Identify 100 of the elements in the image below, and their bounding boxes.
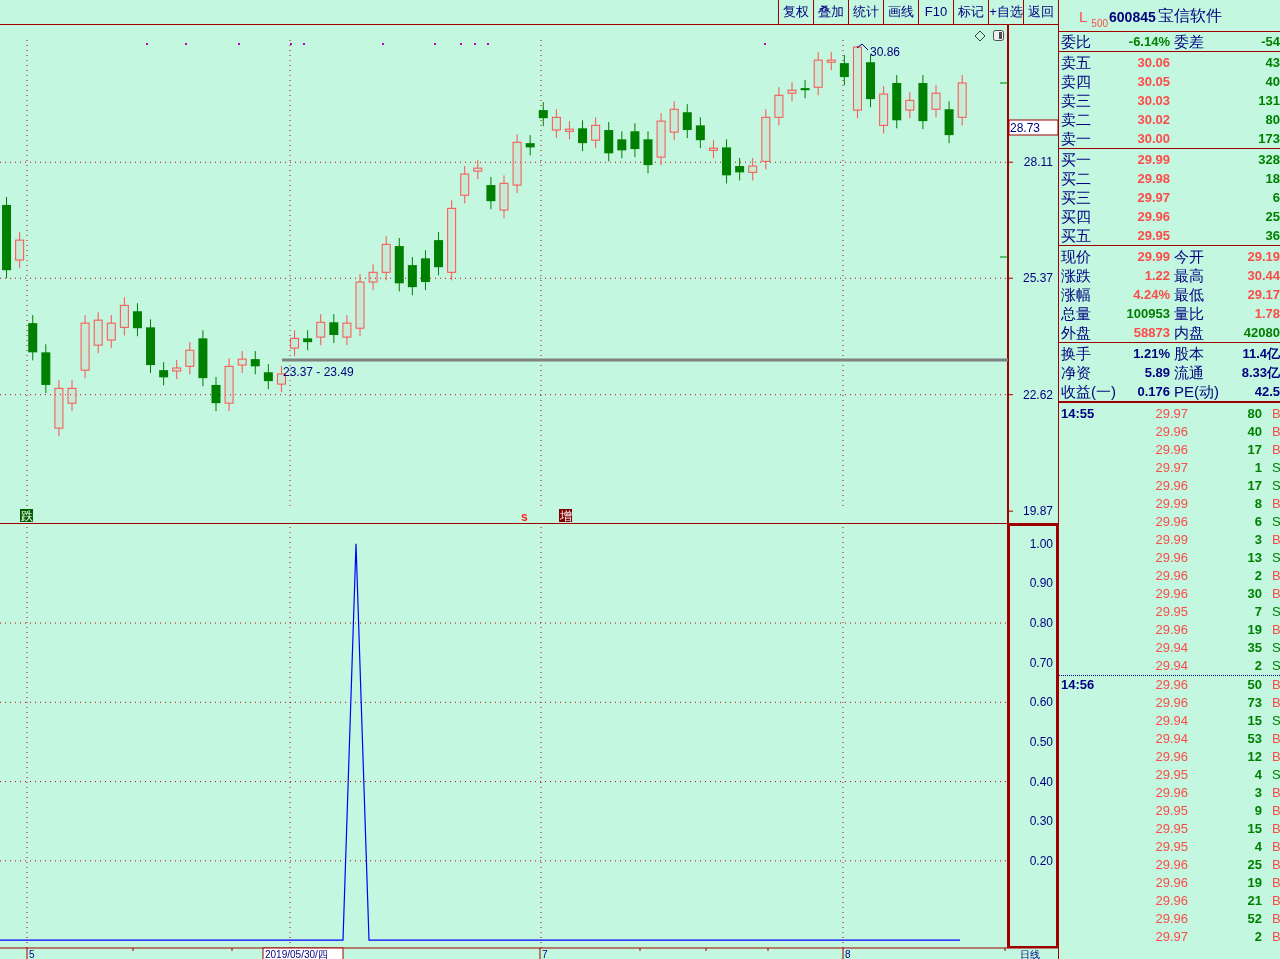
quote-value: 29.19	[1247, 248, 1280, 266]
candlestick	[761, 108, 771, 170]
axis-label: 0.70	[1029, 655, 1053, 670]
candlestick	[407, 256, 417, 296]
trade-price: 29.96	[1155, 477, 1188, 495]
current-price-tag: 28.73	[1008, 119, 1058, 136]
quote-price: 30.00	[1137, 130, 1170, 148]
trade-price: 29.97	[1155, 928, 1188, 946]
trade-side: S	[1272, 549, 1280, 567]
quote-volume: 43	[1265, 54, 1280, 72]
trade-price: 29.96	[1155, 874, 1188, 892]
stock-name: 宝信软件	[1157, 6, 1222, 26]
candlestick	[551, 108, 561, 139]
candlestick	[132, 302, 142, 337]
candlestick	[735, 157, 745, 181]
trade-price: 29.94	[1155, 712, 1188, 730]
trade-price: 29.96	[1155, 621, 1188, 639]
trade-price: 29.96	[1155, 748, 1188, 766]
quote-label: 涨幅	[1061, 285, 1091, 304]
quote-price: 29.98	[1137, 170, 1170, 188]
axis-label: 0.90	[1029, 576, 1053, 591]
range-label: 23.37 - 23.49	[283, 365, 354, 379]
quote-price: 30.06	[1137, 54, 1170, 72]
trade-side: B	[1272, 495, 1280, 513]
trade-price: 29.96	[1155, 676, 1188, 694]
quote-label: 内盘	[1174, 323, 1204, 342]
trade-side: B	[1272, 441, 1280, 459]
candlestick	[617, 130, 627, 159]
trade-price: 29.96	[1155, 423, 1188, 441]
quote-label: 总量	[1061, 304, 1091, 323]
diamond-icon[interactable]	[974, 30, 986, 42]
trade-side: B	[1272, 694, 1280, 712]
trade-volume: 15	[1247, 820, 1262, 838]
candlestick	[263, 363, 273, 390]
quote-label: 换手	[1061, 344, 1091, 363]
toolbar-button[interactable]: 统计	[848, 0, 883, 24]
trade-volume: 19	[1247, 621, 1262, 639]
quote-value: 1.21%	[1133, 345, 1170, 363]
trade-volume: 25	[1247, 856, 1262, 874]
quote-label: 今开	[1174, 247, 1204, 266]
toolbar-button[interactable]: 标记	[953, 0, 988, 24]
trade-price: 29.95	[1155, 802, 1188, 820]
candlestick	[499, 174, 509, 219]
trade-time: 14:55	[1061, 405, 1095, 423]
trade-price: 29.96	[1155, 513, 1188, 531]
trade-side: B	[1272, 405, 1280, 423]
toolbar-button[interactable]: 复权	[778, 0, 813, 24]
candlestick	[525, 134, 535, 156]
window-icon[interactable]	[993, 30, 1004, 41]
candlestick	[93, 311, 103, 354]
candlestick	[316, 313, 326, 346]
candlestick	[826, 51, 836, 71]
candlestick	[106, 314, 116, 349]
trade-side: B	[1272, 730, 1280, 748]
quote-label: 委比	[1061, 32, 1091, 51]
toolbar-button[interactable]: 画线	[883, 0, 918, 24]
candlestick	[54, 379, 64, 437]
candlestick	[800, 79, 810, 99]
trade-time: 14:56	[1061, 676, 1095, 694]
toolbar-button[interactable]: 返回	[1023, 0, 1058, 24]
quote-value: 30.44	[1247, 267, 1280, 285]
signal-label: s	[521, 510, 528, 524]
axis-label: 0.60	[1029, 695, 1053, 710]
trade-volume: 3	[1254, 531, 1262, 549]
candlestick	[774, 86, 784, 126]
trade-price: 29.96	[1155, 694, 1188, 712]
market-label: L	[1079, 6, 1088, 27]
candlestick	[578, 119, 588, 152]
candlestick	[15, 231, 25, 269]
candlestick	[512, 133, 522, 194]
toolbar-button[interactable]: 叠加	[813, 0, 848, 24]
quote-volume: 131	[1258, 92, 1280, 110]
candlestick	[591, 116, 601, 149]
quote-value: 1.78	[1254, 305, 1280, 323]
trade-side: B	[1272, 802, 1280, 820]
toolbar-button[interactable]: F10	[918, 0, 953, 24]
leader-line	[856, 43, 869, 51]
toolbar-button[interactable]: +自选	[988, 0, 1023, 24]
quote-value: -6.14%	[1128, 33, 1170, 51]
trade-volume: 13	[1247, 549, 1262, 567]
candlestick	[787, 81, 797, 102]
trade-side: B	[1272, 820, 1280, 838]
candlestick	[813, 51, 823, 96]
trade-volume: 2	[1254, 567, 1262, 585]
quote-value: 100953	[1126, 305, 1170, 323]
trade-side: S	[1272, 603, 1280, 621]
trade-price: 29.96	[1155, 784, 1188, 802]
date-label: 5	[29, 949, 35, 959]
quote-price: 29.99	[1137, 151, 1170, 169]
quote-label: 买三	[1061, 188, 1091, 207]
quote-price: 29.96	[1137, 208, 1170, 226]
trade-side: B	[1272, 856, 1280, 874]
candlestick	[564, 120, 574, 140]
trade-volume: 4	[1254, 838, 1262, 856]
trade-side: S	[1272, 657, 1280, 675]
candlestick	[80, 314, 90, 379]
quote-value: 29.99	[1137, 248, 1170, 266]
candlestick	[290, 329, 300, 357]
trade-side: B	[1272, 910, 1280, 928]
quote-label: 买四	[1061, 207, 1091, 226]
